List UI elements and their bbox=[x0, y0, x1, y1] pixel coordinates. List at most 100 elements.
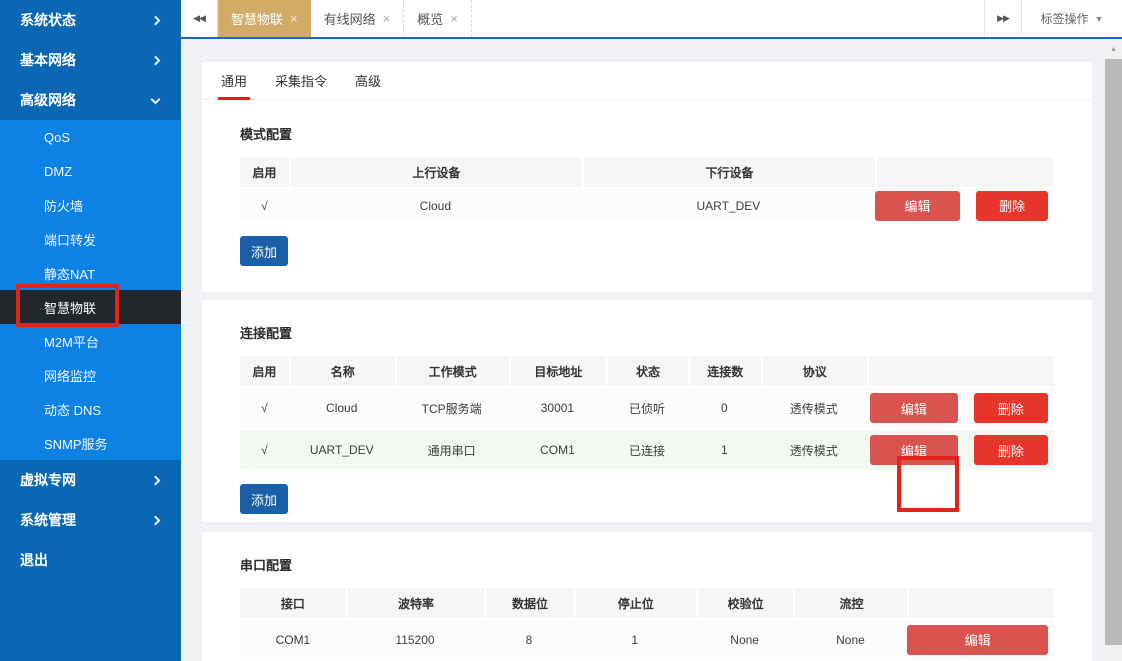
close-icon[interactable]: × bbox=[383, 12, 391, 25]
cell-target-address: 30001 bbox=[509, 388, 607, 428]
sidebar-item-network-monitor[interactable]: 网络监控 bbox=[0, 358, 181, 392]
column-header-parity: 校验位 bbox=[696, 588, 794, 618]
cell-enabled: √ bbox=[240, 189, 289, 222]
sidebar-item-dmz[interactable]: DMZ bbox=[0, 154, 181, 188]
sidebar-item-label: 虚拟专网 bbox=[20, 470, 76, 490]
chevron-right-icon bbox=[151, 475, 161, 485]
cell-name: Cloud bbox=[289, 388, 395, 428]
cell-actions: 编辑 删除 bbox=[867, 430, 1054, 470]
chevron-right-icon bbox=[151, 55, 161, 65]
sidebar-item-static-nat[interactable]: 静态NAT bbox=[0, 256, 181, 290]
tab-label: 有线网络 bbox=[324, 9, 376, 28]
column-header-actions bbox=[875, 157, 1054, 187]
cell-enabled: √ bbox=[240, 388, 289, 428]
sidebar-item-vpn[interactable]: 虚拟专网 bbox=[0, 460, 181, 500]
chevron-right-icon bbox=[151, 515, 161, 525]
cell-name: UART_DEV bbox=[289, 430, 395, 470]
caret-down-icon: ▼ bbox=[1095, 14, 1104, 24]
scroll-tabs-right-button[interactable]: ▶▶ bbox=[984, 0, 1021, 37]
column-header-enabled: 启用 bbox=[240, 356, 289, 386]
column-header-baud-rate: 波特率 bbox=[346, 588, 484, 618]
cell-connection-count: 1 bbox=[688, 430, 761, 470]
cell-target-address: COM1 bbox=[509, 430, 607, 470]
column-header-target-address: 目标地址 bbox=[509, 356, 607, 386]
tab-label: 智慧物联 bbox=[231, 9, 283, 28]
mode-config-table: 启用 上行设备 下行设备 √ Cloud UART_DEV 编辑 删除 bbox=[240, 157, 1054, 222]
sidebar-item-basic-network[interactable]: 基本网络 bbox=[0, 40, 181, 80]
tab-overview[interactable]: 概览 × bbox=[404, 0, 472, 37]
table-header-row: 接口 波特率 数据位 停止位 校验位 流控 bbox=[240, 588, 1054, 618]
sidebar-item-logout[interactable]: 退出 bbox=[0, 540, 181, 580]
sidebar-item-system-management[interactable]: 系统管理 bbox=[0, 500, 181, 540]
scrollbar-up-arrow-icon[interactable]: ▲ bbox=[1105, 41, 1122, 58]
section-title-mode-config: 模式配置 bbox=[240, 124, 1092, 143]
sidebar-item-label: 系统管理 bbox=[20, 510, 76, 530]
cell-baud-rate: 115200 bbox=[346, 620, 484, 659]
cell-parity: None bbox=[696, 620, 794, 659]
edit-button[interactable]: 编辑 bbox=[870, 393, 958, 423]
tab-bar-right: ▶▶ 标签操作 ▼ bbox=[984, 0, 1122, 37]
delete-button[interactable]: 删除 bbox=[974, 393, 1048, 423]
column-header-uplink-device: 上行设备 bbox=[289, 157, 582, 187]
connection-config-table: 启用 名称 工作模式 目标地址 状态 连接数 协议 √ Cloud TCP服务端… bbox=[240, 356, 1054, 470]
scroll-tabs-left-button[interactable]: ◀◀ bbox=[181, 0, 218, 37]
column-header-data-bits: 数据位 bbox=[484, 588, 574, 618]
close-icon[interactable]: × bbox=[450, 12, 458, 25]
sidebar-item-m2m-platform[interactable]: M2M平台 bbox=[0, 324, 181, 358]
delete-button[interactable]: 删除 bbox=[976, 191, 1048, 221]
sidebar-item-smart-iot[interactable]: 智慧物联 bbox=[0, 290, 181, 324]
serial-config-card: 串口配置 接口 波特率 数据位 停止位 校验位 流控 COM1 115200 8… bbox=[202, 532, 1092, 661]
cell-uplink-device: Cloud bbox=[289, 189, 582, 222]
scrollbar-thumb[interactable] bbox=[1105, 59, 1122, 645]
cell-status: 已侦听 bbox=[606, 388, 687, 428]
add-button[interactable]: 添加 bbox=[240, 236, 288, 266]
content-tab-collect-command[interactable]: 采集指令 bbox=[272, 62, 330, 99]
sidebar-item-advanced-network[interactable]: 高级网络 bbox=[0, 80, 181, 120]
content-tab-general[interactable]: 通用 bbox=[218, 62, 250, 99]
column-header-enabled: 启用 bbox=[240, 157, 289, 187]
sidebar-item-qos[interactable]: QoS bbox=[0, 120, 181, 154]
sidebar-item-dynamic-dns[interactable]: 动态 DNS bbox=[0, 392, 181, 426]
add-button[interactable]: 添加 bbox=[240, 484, 288, 514]
close-icon[interactable]: × bbox=[290, 12, 298, 25]
double-chevron-left-icon: ◀◀ bbox=[193, 13, 205, 24]
content-tab-advanced[interactable]: 高级 bbox=[352, 62, 384, 99]
sidebar-item-label: 高级网络 bbox=[20, 90, 76, 110]
table-row: √ Cloud TCP服务端 30001 已侦听 0 透传模式 编辑 删除 bbox=[240, 386, 1054, 428]
table-header-row: 启用 名称 工作模式 目标地址 状态 连接数 协议 bbox=[240, 356, 1054, 386]
sidebar-item-label: 退出 bbox=[20, 550, 48, 570]
tab-actions-label: 标签操作 bbox=[1041, 10, 1089, 27]
column-header-name: 名称 bbox=[289, 356, 395, 386]
content-tab-strip: 通用 采集指令 高级 bbox=[202, 62, 1092, 100]
tab-bar: ◀◀ 智慧物联 × 有线网络 × 概览 × ▶▶ 标签操作 ▼ bbox=[181, 0, 1122, 39]
sidebar-item-label: 基本网络 bbox=[20, 50, 76, 70]
double-chevron-right-icon: ▶▶ bbox=[997, 13, 1009, 24]
cell-actions: 编辑 删除 bbox=[875, 189, 1054, 222]
delete-button[interactable]: 删除 bbox=[974, 435, 1048, 465]
column-header-connection-count: 连接数 bbox=[688, 356, 761, 386]
section-title-connection-config: 连接配置 bbox=[240, 323, 1092, 342]
edit-button[interactable]: 编辑 bbox=[870, 435, 958, 465]
column-header-work-mode: 工作模式 bbox=[395, 356, 509, 386]
tab-wired-network[interactable]: 有线网络 × bbox=[311, 0, 405, 37]
cell-actions: 编辑 删除 bbox=[867, 388, 1054, 428]
tab-smart-iot[interactable]: 智慧物联 × bbox=[218, 0, 311, 37]
tab-actions-dropdown[interactable]: 标签操作 ▼ bbox=[1021, 0, 1122, 37]
sidebar-item-firewall[interactable]: 防火墙 bbox=[0, 188, 181, 222]
cell-interface: COM1 bbox=[240, 620, 346, 659]
sidebar-item-snmp-service[interactable]: SNMP服务 bbox=[0, 426, 181, 460]
edit-button[interactable]: 编辑 bbox=[875, 191, 960, 221]
cell-stop-bits: 1 bbox=[574, 620, 696, 659]
column-header-actions bbox=[907, 588, 1054, 618]
cell-work-mode: 通用串口 bbox=[395, 430, 509, 470]
sidebar-item-port-forwarding[interactable]: 端口转发 bbox=[0, 222, 181, 256]
column-header-stop-bits: 停止位 bbox=[574, 588, 696, 618]
sidebar-item-label: 系统状态 bbox=[20, 10, 76, 30]
table-row: √ UART_DEV 通用串口 COM1 已连接 1 透传模式 编辑 删除 bbox=[240, 428, 1054, 470]
content-area: 通用 采集指令 高级 模式配置 启用 上行设备 下行设备 √ Cloud UAR… bbox=[181, 41, 1122, 661]
edit-button[interactable]: 编辑 bbox=[907, 625, 1048, 655]
cell-work-mode: TCP服务端 bbox=[395, 388, 509, 428]
sidebar-item-system-status[interactable]: 系统状态 bbox=[0, 0, 181, 40]
connection-config-card: 连接配置 启用 名称 工作模式 目标地址 状态 连接数 协议 √ Cloud T… bbox=[202, 300, 1092, 522]
scrollbar[interactable]: ▲ bbox=[1105, 41, 1122, 661]
